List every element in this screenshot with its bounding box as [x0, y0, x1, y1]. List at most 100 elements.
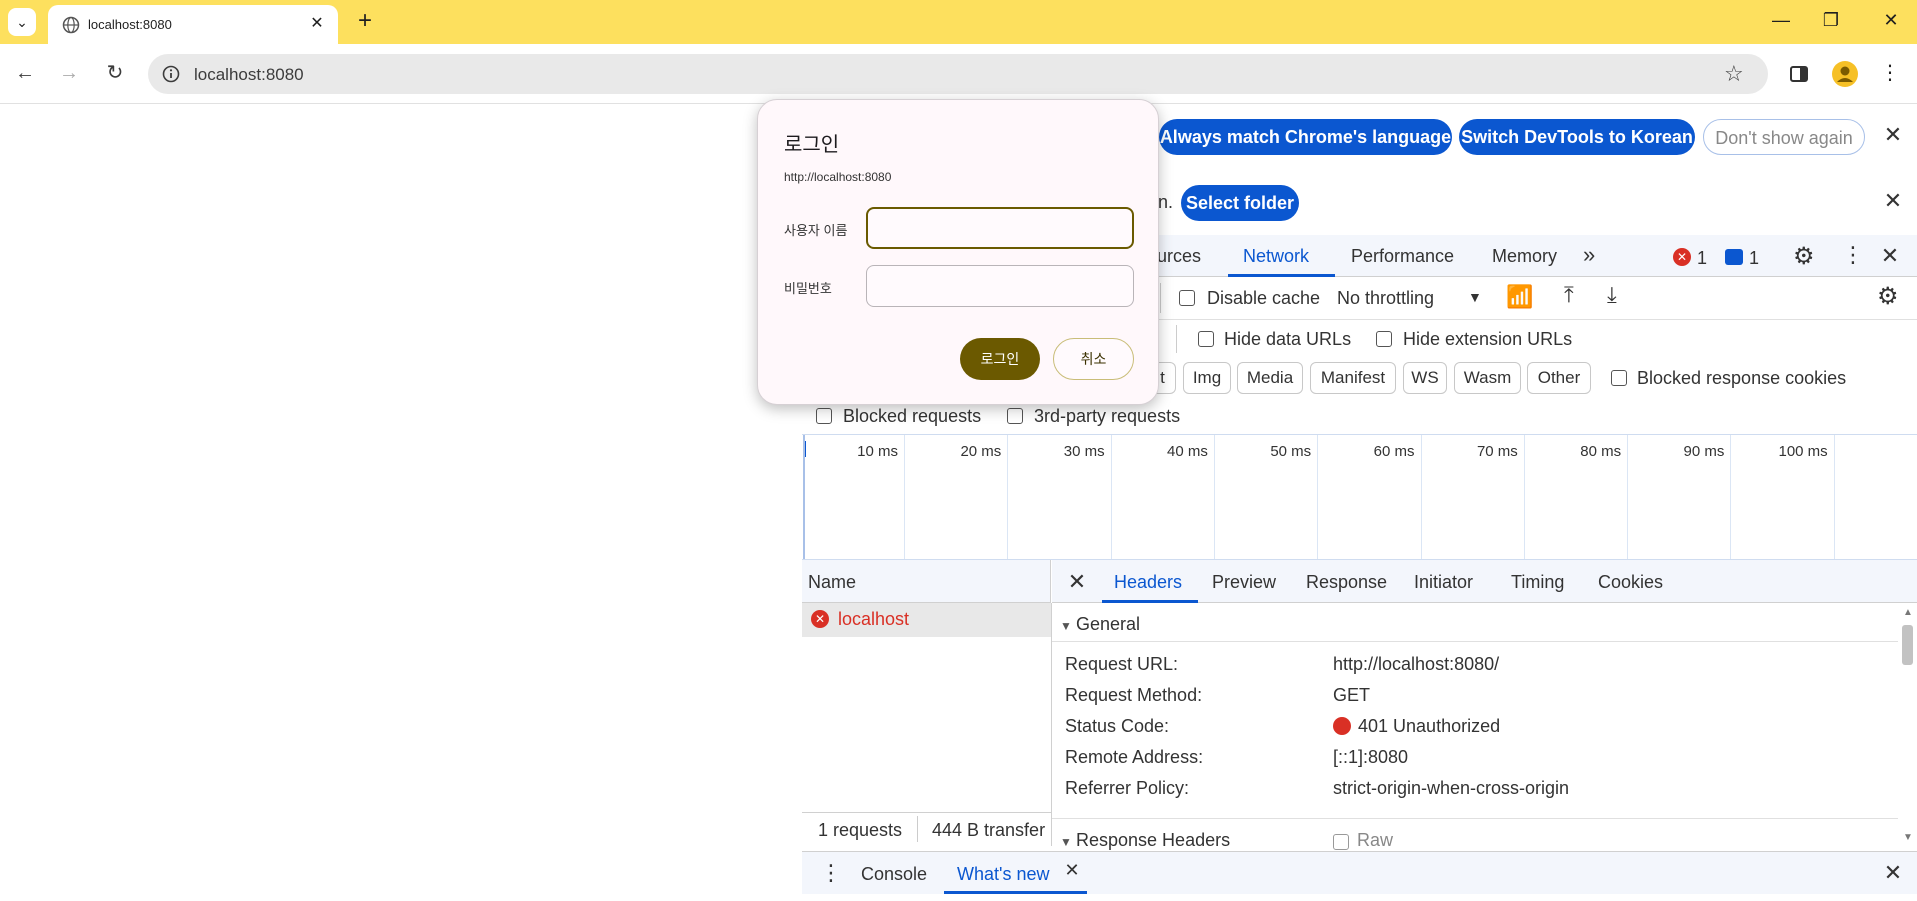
tab-search-button[interactable]: ⌄: [8, 8, 36, 36]
login-dialog: 로그인 http://localhost:8080 사용자 이름 비밀번호 로그…: [757, 99, 1159, 405]
cancel-button[interactable]: 취소: [1053, 338, 1134, 380]
request-method-key: Request Method:: [1065, 685, 1203, 705]
message-badge-icon[interactable]: [1725, 249, 1743, 265]
tab-network[interactable]: Network: [1243, 246, 1309, 267]
tab-performance[interactable]: Performance: [1351, 246, 1454, 267]
download-icon[interactable]: ⤓: [1607, 282, 1617, 308]
general-section-title[interactable]: General: [1076, 614, 1140, 635]
transferred-size: 444 B transfer: [932, 820, 1046, 840]
raw-checkbox[interactable]: [1333, 834, 1349, 850]
back-button[interactable]: ←: [9, 57, 41, 89]
reload-button[interactable]: ↻: [99, 57, 131, 89]
menu-button[interactable]: ⋮: [1880, 60, 1900, 85]
close-devtools-icon[interactable]: ✕: [1876, 243, 1904, 269]
disable-cache-checkbox[interactable]: [1179, 290, 1195, 306]
blocked-requests-checkbox[interactable]: [816, 408, 832, 424]
filter-type-ws[interactable]: WS: [1403, 362, 1447, 394]
blocked-response-cookies-checkbox[interactable]: [1611, 370, 1627, 386]
summary-divider: [917, 816, 918, 842]
upload-icon[interactable]: ⤒: [1564, 282, 1574, 308]
raw-label: Raw: [1357, 830, 1394, 850]
match-language-button[interactable]: Always match Chrome's language: [1159, 119, 1452, 155]
username-input[interactable]: [866, 207, 1134, 249]
tab-cookies[interactable]: Cookies: [1598, 572, 1663, 593]
filter-type-media[interactable]: Media: [1237, 362, 1303, 394]
chevron-down-icon[interactable]: ▼: [1468, 289, 1482, 305]
hide-extension-urls-label: Hide extension URLs: [1403, 329, 1573, 349]
profile-avatar[interactable]: [1832, 61, 1858, 87]
hide-extension-urls-checkbox[interactable]: [1376, 331, 1392, 347]
response-headers-title[interactable]: Response Headers: [1076, 830, 1230, 851]
detail-scrollbar[interactable]: ▲ ▼: [1898, 603, 1917, 846]
triangle-down-icon[interactable]: ▼: [1060, 835, 1072, 849]
timeline-gridline: [1627, 435, 1629, 559]
more-tabs-icon[interactable]: »: [1583, 242, 1595, 268]
forward-button[interactable]: →: [53, 57, 85, 89]
name-column-header[interactable]: Name: [808, 572, 856, 593]
title-bar: ⌄ localhost:8080 ✕ + — ❐ ✕: [0, 0, 1917, 44]
password-input[interactable]: [866, 265, 1134, 307]
site-info-icon[interactable]: [162, 65, 180, 83]
restore-button[interactable]: ❐: [1806, 0, 1856, 40]
status-code-key: Status Code:: [1065, 716, 1170, 736]
timeline-tick-label: 70 ms: [1476, 443, 1518, 460]
close-icon[interactable]: ✕: [1058, 860, 1086, 881]
scroll-thumb[interactable]: [1902, 625, 1913, 665]
filter-type-other[interactable]: Other: [1527, 362, 1591, 394]
side-panel-icon[interactable]: [1789, 64, 1809, 84]
section-divider: [1052, 641, 1898, 642]
request-name: localhost: [838, 609, 910, 629]
network-conditions-icon[interactable]: 📶: [1506, 284, 1533, 310]
close-icon[interactable]: ✕: [306, 13, 328, 35]
filter-type-img[interactable]: Img: [1183, 362, 1231, 394]
tab-response[interactable]: Response: [1306, 572, 1387, 593]
workspace-message: n.: [1158, 192, 1174, 212]
dont-show-again-button[interactable]: Don't show again: [1703, 119, 1865, 155]
tab-initiator[interactable]: Initiator: [1414, 572, 1473, 593]
filter-type-wasm[interactable]: Wasm: [1454, 362, 1521, 394]
timeline-gridline: [1007, 435, 1009, 559]
select-folder-button[interactable]: Select folder: [1181, 185, 1299, 221]
timeline-gridline: [1730, 435, 1732, 559]
login-button[interactable]: 로그인: [960, 338, 1040, 380]
switch-korean-button[interactable]: Switch DevTools to Korean: [1459, 119, 1695, 155]
close-icon[interactable]: ✕: [1879, 122, 1907, 148]
minimize-button[interactable]: —: [1756, 0, 1806, 40]
filter-type-manifest[interactable]: Manifest: [1310, 362, 1396, 394]
error-badge-icon[interactable]: ✕: [1673, 248, 1691, 266]
network-settings-icon[interactable]: ⚙: [1877, 282, 1899, 311]
hide-data-urls-checkbox[interactable]: [1198, 331, 1214, 347]
close-icon[interactable]: ✕: [1879, 188, 1907, 214]
close-detail-icon[interactable]: ✕: [1063, 569, 1091, 595]
disable-cache-label: Disable cache: [1207, 288, 1321, 308]
window-close-button[interactable]: ✕: [1866, 0, 1916, 40]
request-list-border: [1051, 603, 1052, 846]
drawer-tab-console[interactable]: Console: [861, 864, 927, 885]
request-row[interactable]: ✕ localhost: [802, 603, 1051, 637]
scroll-up-icon[interactable]: ▲: [1903, 607, 1913, 618]
url-text: localhost:8080: [194, 65, 304, 84]
arrow-right-icon: →: [59, 62, 79, 84]
scroll-down-icon[interactable]: ▼: [1903, 832, 1913, 843]
triangle-down-icon[interactable]: ▼: [1060, 619, 1072, 633]
filter-divider: [1176, 325, 1177, 353]
kebab-menu-icon[interactable]: ⋮: [1842, 242, 1864, 268]
star-icon[interactable]: ☆: [1724, 61, 1744, 87]
third-party-requests-checkbox[interactable]: [1007, 408, 1023, 424]
timeline-gridline: [904, 435, 905, 559]
throttling-select[interactable]: No throttling: [1337, 288, 1434, 309]
new-tab-button[interactable]: +: [350, 6, 380, 36]
browser-tab[interactable]: localhost:8080 ✕: [48, 5, 338, 44]
settings-icon[interactable]: ⚙: [1793, 242, 1815, 271]
chevron-down-icon: ⌄: [16, 14, 28, 30]
tab-timing[interactable]: Timing: [1511, 572, 1564, 593]
tab-preview[interactable]: Preview: [1212, 572, 1276, 593]
address-bar[interactable]: localhost:8080 ☆: [148, 54, 1768, 94]
timeline-tick-label: 20 ms: [960, 443, 1002, 460]
drawer-menu-icon[interactable]: ⋮: [820, 860, 842, 886]
tab-memory[interactable]: Memory: [1492, 246, 1557, 267]
active-detail-tab-indicator: [1102, 600, 1198, 603]
tab-headers[interactable]: Headers: [1114, 572, 1182, 593]
close-drawer-icon[interactable]: ✕: [1879, 860, 1907, 886]
drawer-tab-whats-new[interactable]: What's new: [957, 864, 1049, 885]
